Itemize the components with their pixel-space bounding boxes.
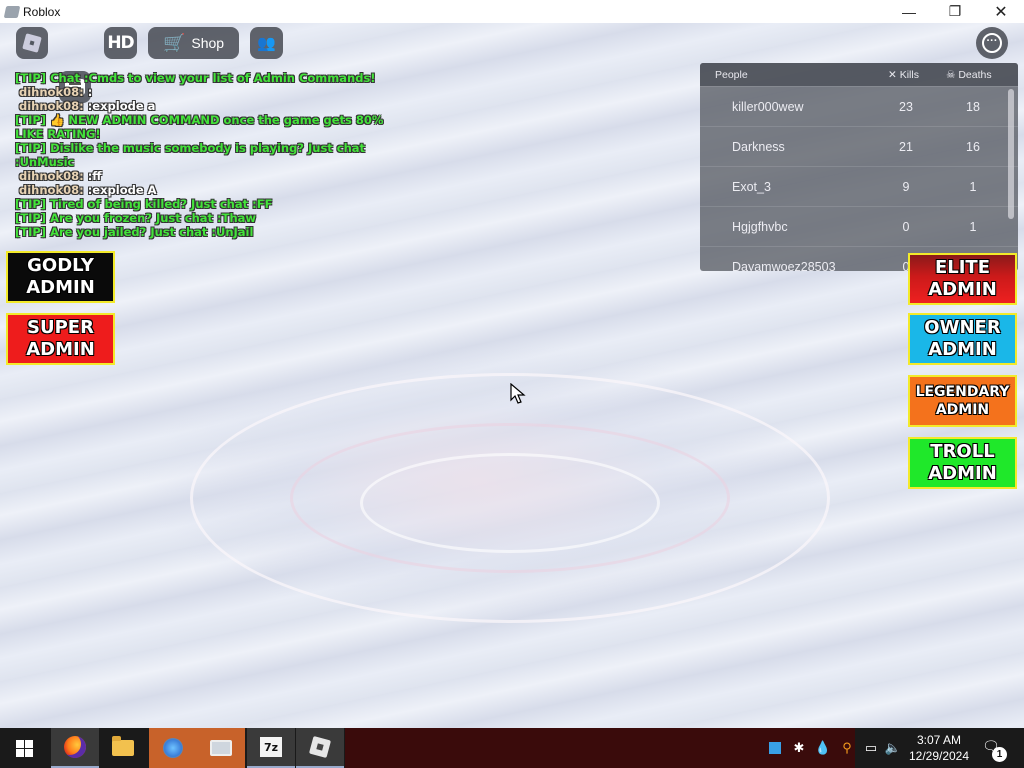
leaderboard-row[interactable]: Darkness 21 16	[700, 126, 1018, 166]
chat-tip-message: [TIP] Are you frozen? Just chat :Thaw	[15, 211, 257, 225]
player-deaths: 1	[969, 180, 977, 194]
window-titlebar: Roblox — ❐ ✕	[0, 0, 1024, 23]
minimize-button[interactable]: —	[886, 0, 932, 23]
chat-message-text: :	[83, 85, 93, 99]
shop-button[interactable]: 🛒 Shop	[148, 27, 239, 59]
chat-user-message: dihnok08: :explode A	[15, 183, 415, 197]
chat-tip-message: [TIP] Dislike the music somebody is play…	[15, 141, 370, 169]
taskbar-file-explorer[interactable]	[99, 728, 147, 768]
player-deaths: 18	[966, 100, 980, 114]
chat-user-message: dihnok08: :ff	[15, 169, 415, 183]
tray-puzzle-icon[interactable]: ✱	[791, 740, 807, 756]
tray-clock[interactable]: 3:07 AM 12/29/2024	[906, 732, 972, 764]
roblox-logo-icon	[22, 33, 42, 53]
chat-message-text: :explode A	[83, 183, 157, 197]
shopping-cart-icon: 🛒	[162, 33, 186, 53]
more-dots-icon: ···	[982, 33, 1002, 53]
start-button[interactable]	[0, 728, 48, 768]
leaderboard-header: People ✕ Kills ☠ Deaths	[700, 63, 1018, 86]
taskbar-app-people[interactable]	[149, 728, 197, 768]
network-icon[interactable]: ▭	[863, 740, 879, 756]
tray-drop-icon[interactable]: 💧	[815, 740, 831, 756]
player-deaths: 16	[966, 140, 980, 154]
header-deaths: ☠ Deaths	[946, 68, 992, 81]
7zip-icon: 7z	[260, 737, 282, 757]
player-kills: 21	[899, 140, 913, 154]
chat-tip-message: [TIP] Tired of being killed? Just chat :…	[15, 197, 273, 211]
taskbar-7zip[interactable]: 7z	[247, 728, 295, 768]
chat-username[interactable]: dihnok08:	[19, 99, 84, 113]
player-leaderboard: People ✕ Kills ☠ Deaths killer000wew 23 18…	[700, 63, 1018, 271]
windows-logo-icon	[15, 739, 33, 757]
chat-log: [TIP] Chat :Cmds to view your list of Ad…	[15, 71, 415, 239]
leaderboard-row[interactable]: killer000wew 23 18	[700, 86, 1018, 126]
leaderboard-row[interactable]: Hgjgfhvbc 0 1	[700, 206, 1018, 246]
close-button[interactable]: ✕	[978, 0, 1024, 23]
header-people: People	[715, 68, 748, 81]
player-kills: 23	[899, 100, 913, 114]
super-admin-button[interactable]: SUPER ADMIN	[6, 313, 115, 365]
chat-user-message: dihnok08: :	[15, 85, 415, 99]
tray-app-icon[interactable]	[767, 740, 783, 756]
people-app-icon	[163, 738, 183, 758]
friends-button[interactable]: 👥	[250, 27, 283, 59]
chat-message-text: :explode a	[83, 99, 156, 113]
more-options-button[interactable]: ···	[976, 27, 1008, 59]
chat-username[interactable]: dihnok08:	[19, 183, 84, 197]
volume-icon[interactable]: 🔈	[885, 740, 901, 756]
header-kills: ✕ Kills	[888, 68, 919, 81]
player-name: Dayamwoez28503	[732, 260, 836, 271]
windows-taskbar: 7z ✱ 💧 ⚲ ▭ 🔈 3:07 AM 12/29/2024 🗨 1	[0, 728, 1024, 768]
troll-admin-button[interactable]: TROLL ADMIN	[908, 437, 1017, 489]
roblox-icon	[308, 735, 332, 759]
player-deaths: 1	[969, 220, 977, 234]
shop-label: Shop	[191, 35, 225, 51]
chat-message-text: :ff	[83, 169, 102, 183]
elite-admin-button[interactable]: ELITE ADMIN	[908, 253, 1017, 305]
leaderboard-scrollbar[interactable]	[1008, 89, 1014, 219]
player-kills: 9	[902, 180, 910, 194]
player-name: killer000wew	[732, 100, 804, 114]
owner-admin-button[interactable]: OWNER ADMIN	[908, 313, 1017, 365]
player-kills: 0	[902, 220, 910, 234]
roblox-app-icon	[3, 5, 21, 18]
chat-username[interactable]: dihnok08:	[19, 169, 84, 183]
chat-tip-message: [TIP] Are you jailed? Just chat :UnJail	[15, 225, 254, 239]
folder-icon	[112, 736, 134, 756]
legendary-admin-button[interactable]: LEGENDARY ADMIN	[908, 375, 1017, 427]
chat-username[interactable]: dihnok08:	[19, 85, 84, 99]
people-icon: 👥	[257, 35, 276, 52]
firefox-icon	[64, 736, 86, 758]
player-name: Darkness	[732, 140, 785, 154]
tray-search-icon[interactable]: ⚲	[839, 740, 855, 756]
hd-admin-button[interactable]: HD	[104, 27, 137, 59]
leaderboard-row[interactable]: Exot_3 9 1	[700, 166, 1018, 206]
water-ripple	[360, 453, 660, 553]
taskbar-firefox[interactable]	[51, 728, 99, 768]
taskbar-app-monitor[interactable]	[197, 728, 245, 768]
chat-tip-message: [TIP] 👍 NEW ADMIN COMMAND once the game …	[15, 113, 388, 141]
player-name: Hgjgfhvbc	[732, 220, 788, 234]
chat-tip-message: [TIP] Chat :Cmds to view your list of Ad…	[15, 71, 376, 85]
godly-admin-button[interactable]: GODLY ADMIN	[6, 251, 115, 303]
window-title: Roblox	[23, 4, 61, 19]
notification-badge: 1	[992, 747, 1007, 762]
maximize-button[interactable]: ❐	[932, 0, 978, 23]
chat-user-message: dihnok08: :explode a	[15, 99, 415, 113]
monitor-icon	[210, 740, 232, 756]
clock-date: 12/29/2024	[908, 749, 970, 763]
taskbar-roblox[interactable]	[296, 728, 344, 768]
player-name: Exot_3	[732, 180, 771, 194]
clock-time: 3:07 AM	[916, 733, 962, 747]
roblox-menu-button[interactable]	[16, 27, 48, 59]
